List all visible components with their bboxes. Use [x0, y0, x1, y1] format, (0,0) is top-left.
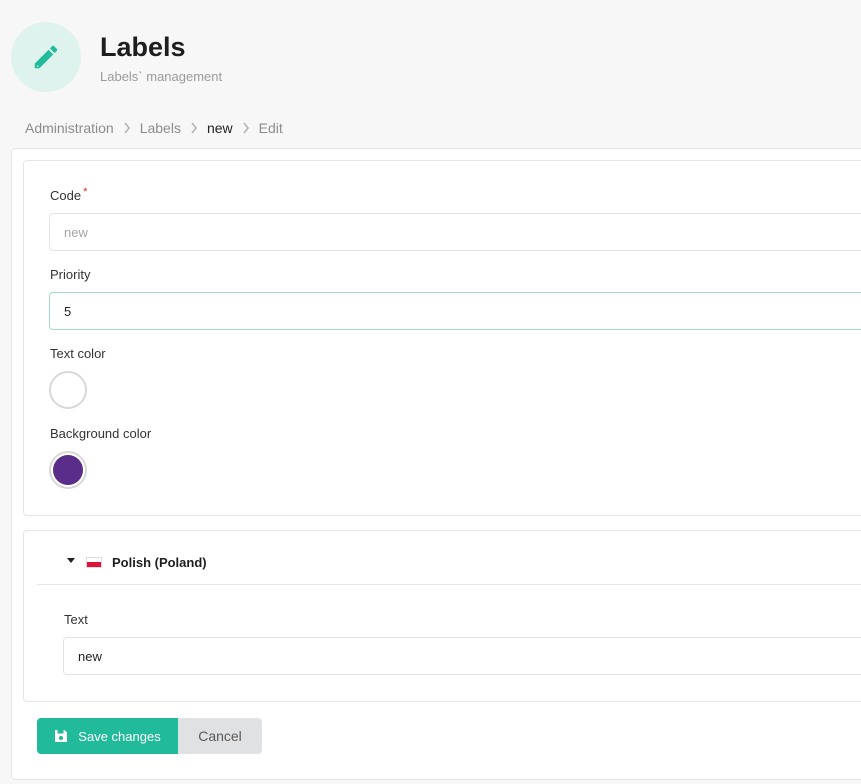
text-color-swatch — [53, 375, 83, 405]
save-button[interactable]: Save changes — [37, 718, 178, 754]
breadcrumb: Administration Labels new Edit — [25, 120, 283, 136]
language-accordion-toggle[interactable]: Polish (Poland) — [37, 540, 861, 585]
page-subtitle: Labels` management — [100, 69, 223, 84]
chevron-right-icon — [190, 122, 198, 134]
breadcrumb-labels[interactable]: Labels — [140, 120, 181, 136]
required-marker: * — [83, 186, 88, 198]
text-color-label: Text color — [50, 346, 106, 361]
header-icon-circle — [11, 22, 81, 92]
save-button-label: Save changes — [78, 728, 161, 744]
chevron-right-icon — [123, 122, 131, 134]
chevron-right-icon — [242, 122, 250, 134]
priority-input[interactable] — [49, 292, 861, 330]
save-icon — [55, 730, 68, 742]
code-label: Code * — [50, 186, 88, 203]
cancel-button[interactable]: Cancel — [178, 718, 262, 754]
background-color-label: Background color — [50, 426, 152, 441]
translation-text-input[interactable] — [63, 637, 861, 675]
breadcrumb-administration[interactable]: Administration — [25, 120, 114, 136]
background-color-picker[interactable] — [49, 451, 87, 489]
caret-down-icon — [67, 557, 75, 563]
background-color-swatch — [53, 455, 83, 485]
language-name: Polish (Poland) — [112, 554, 207, 570]
translation-text-label: Text — [64, 612, 88, 627]
poland-flag-icon — [86, 556, 102, 568]
pencil-icon — [34, 45, 58, 69]
code-input[interactable] — [49, 213, 861, 251]
breadcrumb-edit: Edit — [258, 120, 283, 136]
text-color-picker[interactable] — [49, 371, 87, 409]
breadcrumb-current-item: new — [206, 120, 233, 136]
priority-label: Priority — [50, 267, 91, 282]
page-title: Labels — [100, 32, 186, 62]
